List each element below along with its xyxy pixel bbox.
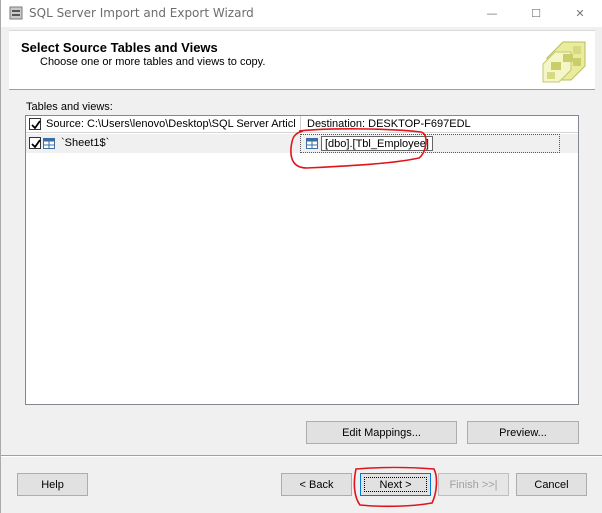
help-button[interactable]: Help (17, 473, 88, 496)
wizard-graphic-icon (542, 41, 586, 83)
focus-rectangle (364, 477, 427, 492)
footer-divider (1, 455, 602, 457)
close-button[interactable]: ✕ (557, 0, 602, 27)
tables-grid: Source: C:\Users\lenovo\Desktop\SQL Serv… (25, 115, 579, 405)
tables-and-views-label: Tables and views: (26, 101, 113, 113)
row-checkbox[interactable] (29, 137, 41, 149)
maximize-button[interactable]: ☐ (513, 0, 559, 27)
window-title: SQL Server Import and Export Wizard (29, 6, 254, 20)
destination-table-input[interactable]: [dbo].[Tbl_Employee] (321, 136, 433, 151)
minimize-button[interactable]: — (469, 0, 515, 27)
table-row[interactable]: `Sheet1$` [dbo].[Tbl_Employee] (26, 134, 578, 153)
checkmark-icon (31, 139, 41, 149)
source-table-name: `Sheet1$` (61, 137, 110, 149)
destination-column-header[interactable]: Destination: DESKTOP-F697EDL (307, 118, 471, 130)
next-button[interactable]: Next > (360, 473, 431, 496)
table-icon (306, 138, 318, 149)
preview-button[interactable]: Preview... (467, 421, 579, 444)
page-subtitle: Choose one or more tables and views to c… (40, 56, 266, 68)
column-divider[interactable] (300, 116, 301, 133)
close-icon: ✕ (575, 7, 585, 20)
wizard-header: Select Source Tables and Views Choose on… (9, 30, 595, 90)
destination-cell[interactable]: [dbo].[Tbl_Employee] (300, 134, 560, 153)
edit-mappings-button[interactable]: Edit Mappings... (306, 421, 457, 444)
select-all-checkbox[interactable] (29, 118, 41, 130)
cancel-button[interactable]: Cancel (516, 473, 587, 496)
page-title: Select Source Tables and Views (21, 40, 218, 55)
finish-button: Finish >>| (438, 473, 509, 496)
sql-server-app-icon (9, 6, 23, 20)
back-button[interactable]: < Back (281, 473, 352, 496)
wizard-window: SQL Server Import and Export Wizard — ☐ … (0, 0, 602, 513)
maximize-icon: ☐ (531, 7, 541, 20)
source-column-header[interactable]: Source: C:\Users\lenovo\Desktop\SQL Serv… (46, 118, 296, 130)
title-bar: SQL Server Import and Export Wizard — ☐ … (1, 0, 602, 27)
grid-header: Source: C:\Users\lenovo\Desktop\SQL Serv… (26, 116, 578, 133)
checkmark-icon (31, 120, 41, 130)
table-icon (43, 138, 55, 149)
minimize-icon: — (486, 7, 498, 20)
